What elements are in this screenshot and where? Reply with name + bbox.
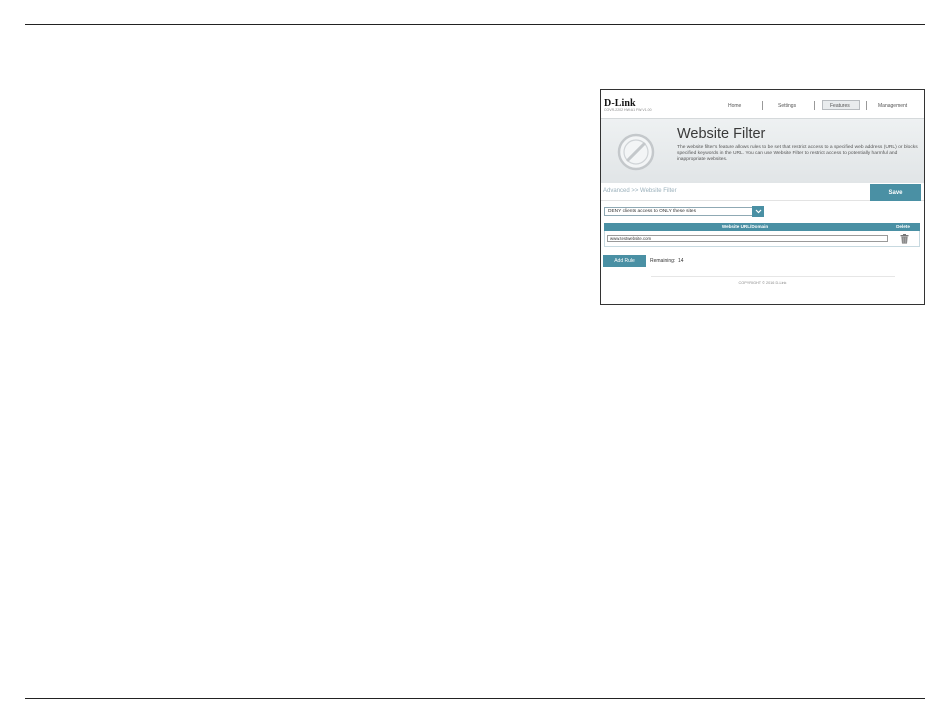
chevron-down-icon[interactable] — [752, 206, 764, 217]
nav-management[interactable]: Management — [878, 103, 907, 109]
url-input[interactable]: www.testwebsite.com — [607, 235, 888, 242]
column-header-url: Website URL/Domain — [721, 224, 769, 229]
router-header: D-Link COVR-2202 HW:A1 FW:V1.00 Home Set… — [601, 90, 924, 118]
table-row: www.testwebsite.com — [604, 231, 920, 247]
nav-settings[interactable]: Settings — [778, 103, 796, 109]
page-description: The website filter's feature allows rule… — [677, 145, 918, 163]
copyright-text: COPYRIGHT © 2016 D-Link — [738, 281, 787, 285]
nav-separator — [814, 101, 815, 110]
model-info: COVR-2202 HW:A1 FW:V1.00 — [604, 108, 652, 112]
breadcrumb: Advanced >> Website Filter — [603, 188, 677, 194]
no-entry-icon — [617, 133, 655, 171]
nav-separator — [762, 101, 763, 110]
column-header-delete: Delete — [896, 224, 910, 229]
trash-icon[interactable] — [900, 234, 909, 244]
nav-features[interactable]: Features — [830, 103, 850, 109]
page-top-rule — [25, 24, 925, 25]
filter-mode-select[interactable]: DENY clients access to ONLY these sites — [604, 207, 754, 216]
rules-table-header: Website URL/Domain Delete — [604, 223, 920, 231]
remaining-count: 14 — [678, 258, 684, 264]
add-rule-button[interactable]: Add Rule — [603, 255, 646, 267]
router-screenshot: D-Link COVR-2202 HW:A1 FW:V1.00 Home Set… — [600, 89, 925, 305]
page-bottom-rule — [25, 698, 925, 699]
nav-separator — [866, 101, 867, 110]
save-button[interactable]: Save — [870, 184, 921, 201]
nav-home[interactable]: Home — [728, 103, 741, 109]
page-title: Website Filter — [677, 126, 766, 142]
hero-banner: Website Filter The website filter's feat… — [601, 118, 924, 183]
filter-mode-value: DENY clients access to ONLY these sites — [608, 209, 696, 214]
remaining-label: Remaining: — [650, 258, 676, 264]
footer-divider — [651, 276, 895, 277]
